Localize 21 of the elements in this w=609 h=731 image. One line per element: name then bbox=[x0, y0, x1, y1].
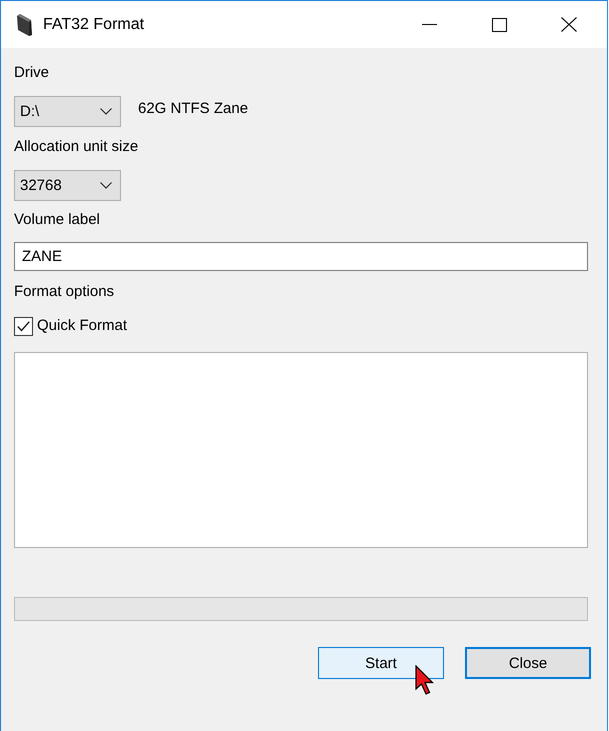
window-title: FAT32 Format bbox=[43, 16, 146, 34]
close-icon bbox=[561, 17, 577, 32]
chevron-down-icon bbox=[100, 108, 112, 115]
field-label: Allocation unit size bbox=[14, 138, 138, 155]
dropdown[interactable]: 32768 bbox=[14, 170, 121, 201]
field-label: Format options bbox=[14, 283, 114, 300]
field-label: Volume label bbox=[14, 211, 100, 228]
checkmark-icon bbox=[17, 320, 30, 332]
checkbox-label[interactable]: Quick Format bbox=[37, 316, 128, 336]
close-button[interactable]: Close bbox=[465, 647, 591, 679]
maximize-icon bbox=[492, 18, 506, 32]
start-button[interactable]: Start bbox=[318, 647, 444, 679]
volume-label-field[interactable]: ZANE bbox=[14, 242, 588, 271]
minimize-icon bbox=[422, 24, 436, 25]
dropdown[interactable]: D:\ bbox=[14, 96, 121, 127]
app-icon bbox=[17, 14, 32, 36]
chevron-down-icon bbox=[100, 182, 112, 189]
checkbox[interactable] bbox=[14, 316, 33, 336]
drive-info: 62G NTFS Zane bbox=[138, 99, 248, 119]
mouse-pointer-icon bbox=[415, 665, 434, 696]
field-label: Drive bbox=[14, 64, 50, 81]
